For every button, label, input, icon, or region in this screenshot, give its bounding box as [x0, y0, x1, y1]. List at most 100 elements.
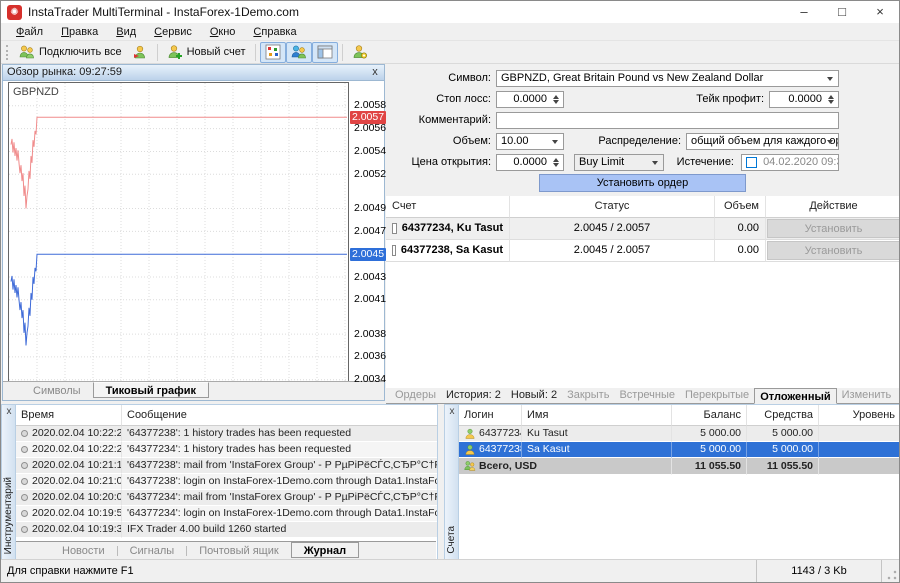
tab-overlapped[interactable]: Перекрытые [680, 387, 754, 403]
tab-delete[interactable]: Удалить [896, 387, 900, 403]
comment-input[interactable] [496, 112, 839, 129]
window-title: InstaTrader MultiTerminal - InstaForex-1… [28, 5, 299, 19]
expiration-field[interactable]: 04.02.2020 09:37 [741, 154, 839, 171]
journal-header-message[interactable]: Сообщение [122, 405, 437, 426]
journal-close-icon[interactable]: x [2, 406, 16, 417]
menu-help[interactable]: Справка [244, 25, 305, 39]
tab-symbols[interactable]: Символы [21, 383, 93, 399]
market-watch-icon [265, 44, 281, 60]
journal-vertical-tab[interactable]: Инструментарий [3, 477, 14, 554]
account-settings-button[interactable] [347, 42, 373, 63]
new-account-button[interactable]: Новый счет [162, 42, 251, 63]
accounts-header-level[interactable]: Уровень [819, 405, 900, 426]
stop-loss-label: Стоп лосс: [386, 91, 491, 108]
tab-tick-chart[interactable]: Тиковый график [93, 382, 209, 398]
axis-tick-label: 2.0054 [354, 145, 386, 158]
accounts-vertical-tab[interactable]: Счета [446, 526, 457, 554]
tab-signals[interactable]: Сигналы [118, 543, 187, 559]
tab-new[interactable]: Новый: 2 [506, 387, 562, 403]
minimize-button[interactable]: – [785, 1, 823, 23]
resize-grip-icon[interactable] [887, 570, 897, 580]
spinner-icon[interactable] [550, 93, 562, 106]
tab-journal[interactable]: Журнал [291, 542, 359, 558]
tab-close[interactable]: Закрыть [562, 387, 614, 403]
volume-select[interactable]: 10.00 [496, 133, 564, 150]
connect-all-button[interactable]: Подключить все [14, 42, 127, 63]
table-row[interactable]: 64377234 Ku Tasut 5 000.00 5 000.00 [459, 426, 900, 442]
accounts-header-name[interactable]: Имя [522, 405, 672, 426]
menu-view[interactable]: Вид [107, 25, 145, 39]
tab-counter[interactable]: Встречные [614, 387, 680, 403]
account-checkbox[interactable] [392, 245, 396, 256]
maximize-button[interactable]: □ [823, 1, 861, 23]
axis-tick-label: 2.0034 [354, 373, 386, 386]
symbol-label: Символ: [386, 70, 491, 87]
axis-tick-label: 2.0056 [354, 122, 386, 135]
menu-file[interactable]: Файл [7, 25, 52, 39]
axis-tick-label: 2.0036 [354, 350, 386, 363]
app-window: ✺ InstaTrader MultiTerminal - InstaForex… [0, 0, 900, 583]
table-row-selected[interactable]: 64377238 Sa Kasut 5 000.00 5 000.00 [459, 442, 900, 458]
symbol-select[interactable]: GBPNZD, Great Britain Pound vs New Zeala… [496, 70, 839, 87]
tab-pending[interactable]: Отложенный [754, 388, 836, 404]
expiration-checkbox[interactable] [746, 157, 757, 168]
orders-header-account[interactable]: Счет [386, 196, 510, 218]
spinner-icon[interactable] [825, 93, 837, 106]
accounts-header-equity[interactable]: Средства [747, 405, 819, 426]
volume-cell: 0.00 [715, 240, 766, 262]
account-checkbox[interactable] [392, 223, 397, 234]
accounts-header-balance[interactable]: Баланс [672, 405, 747, 426]
tab-orders[interactable]: Ордеры [390, 387, 441, 403]
table-row[interactable]: 64377238, Sa Kasut 2.0045 / 2.0057 0.00 … [386, 240, 900, 262]
orders-header-action[interactable]: Действие [766, 196, 900, 218]
title-bar: ✺ InstaTrader MultiTerminal - InstaForex… [1, 1, 899, 23]
log-entry-icon [21, 494, 28, 501]
set-order-button[interactable]: Установить [767, 219, 900, 238]
new-account-icon [167, 44, 183, 60]
disconnect-icon [132, 44, 148, 60]
tab-history[interactable]: История: 2 [441, 387, 506, 403]
list-item[interactable]: 2020.02.04 10:21:1...'64377238': mail fr… [16, 458, 437, 474]
list-item[interactable]: 2020.02.04 10:22:2...'64377234': 1 histo… [16, 442, 437, 458]
tab-news[interactable]: Новости [50, 543, 117, 559]
expiration-value: 04.02.2020 09:37 [763, 156, 839, 168]
list-item[interactable]: 2020.02.04 10:22:2...'64377238': 1 histo… [16, 426, 437, 442]
menu-edit[interactable]: Правка [52, 25, 107, 39]
open-price-input[interactable]: 0.0000 [496, 154, 564, 171]
accounts-total-balance: 11 055.50 [672, 458, 747, 475]
order-type-select[interactable]: Buy Limit [574, 154, 664, 171]
axis-tick-label: 2.0038 [354, 328, 386, 341]
list-item[interactable]: 2020.02.04 10:19:3...IFX Trader 4.00 bui… [16, 522, 437, 538]
tab-mailbox[interactable]: Почтовый ящик [187, 543, 290, 559]
place-order-button[interactable]: Установить ордер [539, 174, 746, 192]
take-profit-input[interactable]: 0.0000 [769, 91, 839, 108]
journal-header-time[interactable]: Время [16, 405, 122, 426]
list-item[interactable]: 2020.02.04 10:19:5...'64377234': login o… [16, 506, 437, 522]
toggle-accounts-button[interactable] [286, 42, 312, 63]
market-watch-close-icon[interactable]: x [368, 65, 382, 80]
order-tabs: Ордеры История: 2 Новый: 2 Закрыть Встре… [386, 387, 900, 404]
set-order-button[interactable]: Установить [767, 241, 900, 260]
accounts-total-row: Всего, USD 11 055.50 11 055.50 [459, 458, 900, 475]
stop-loss-input[interactable]: 0.0000 [496, 91, 564, 108]
list-item[interactable]: 2020.02.04 10:21:0...'64377238': login o… [16, 474, 437, 490]
toolbar-grip [6, 45, 11, 60]
distribution-select[interactable]: общий объем для каждого ордера [686, 133, 839, 150]
list-item[interactable]: 2020.02.04 10:20:0...'64377234': mail fr… [16, 490, 437, 506]
toggle-terminal-button[interactable] [312, 42, 338, 63]
take-profit-label: Тейк профит: [671, 91, 764, 108]
accounts-header-login[interactable]: Логин [459, 405, 522, 426]
table-row[interactable]: 64377234, Ku Tasut 2.0045 / 2.0057 0.00 … [386, 218, 900, 240]
tick-chart[interactable] [8, 82, 349, 383]
accounts-close-icon[interactable]: x [445, 406, 459, 417]
menu-service[interactable]: Сервис [145, 25, 201, 39]
disconnect-all-button[interactable] [127, 42, 153, 63]
close-button[interactable]: × [861, 1, 899, 23]
spinner-icon[interactable] [550, 156, 562, 169]
orders-header-volume[interactable]: Объем [715, 196, 766, 218]
toggle-market-watch-button[interactable] [260, 42, 286, 63]
menu-window[interactable]: Окно [201, 25, 245, 39]
volume-label: Объем: [386, 133, 491, 150]
orders-header-status[interactable]: Статус [510, 196, 715, 218]
tab-modify[interactable]: Изменить [837, 387, 897, 403]
